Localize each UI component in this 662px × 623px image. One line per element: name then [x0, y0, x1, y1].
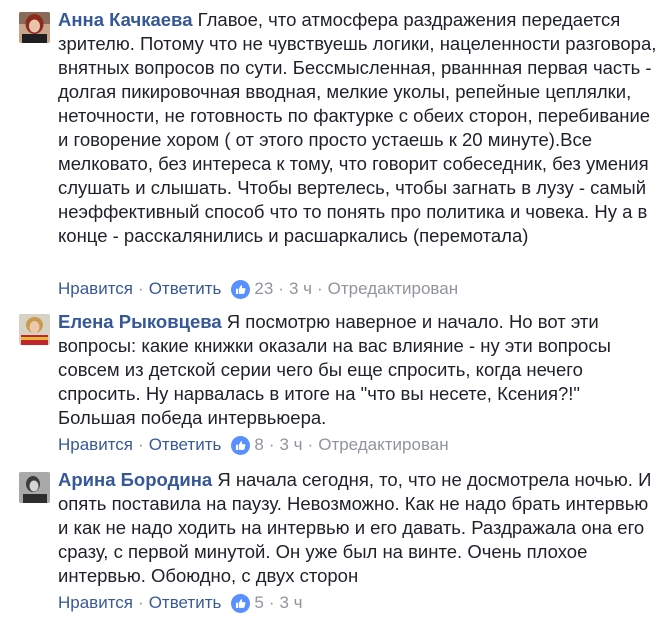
thumbs-up-icon[interactable]: [231, 435, 251, 455]
reaction-count[interactable]: 23: [254, 278, 273, 300]
comment: Арина Бородина Я начала сегодня, то, что…: [0, 464, 662, 623]
reply-link[interactable]: Ответить: [149, 592, 222, 614]
separator: ·: [138, 593, 144, 612]
comment: Елена Рыковцева Я посмотрю наверное и на…: [0, 306, 662, 466]
timestamp[interactable]: 3 ч: [289, 278, 312, 300]
timestamp[interactable]: 3 ч: [280, 434, 303, 456]
like-link[interactable]: Нравится: [58, 434, 133, 456]
separator: ·: [268, 593, 275, 612]
reaction-count[interactable]: 5: [254, 592, 263, 614]
avatar[interactable]: [19, 472, 50, 503]
timestamp[interactable]: 3 ч: [280, 592, 303, 614]
separator: ·: [317, 279, 323, 298]
thumbs-up-icon[interactable]: [231, 279, 251, 299]
reply-link[interactable]: Ответить: [149, 278, 222, 300]
separator: ·: [278, 279, 284, 298]
comment-text: Арина Бородина Я начала сегодня, то, что…: [58, 464, 658, 588]
comment-author[interactable]: Арина Бородина: [58, 469, 212, 490]
comment-actions: Нравится · Ответить 8 · 3 ч · Отредактир…: [58, 434, 449, 456]
comment: Анна Качкаева Главое, что атмосфера разд…: [0, 4, 662, 300]
separator: ·: [138, 279, 144, 298]
avatar[interactable]: [19, 12, 50, 43]
thumbs-up-icon[interactable]: [231, 593, 251, 613]
separator: ·: [268, 435, 275, 454]
edited-label[interactable]: Отредактирован: [318, 434, 448, 456]
comment-author[interactable]: Елена Рыковцева: [58, 311, 222, 332]
comment-list: Анна Качкаева Главое, что атмосфера разд…: [0, 0, 662, 623]
comment-text: Елена Рыковцева Я посмотрю наверное и на…: [58, 306, 658, 430]
comment-author[interactable]: Анна Качкаева: [58, 9, 192, 30]
reply-link[interactable]: Ответить: [149, 434, 222, 456]
like-link[interactable]: Нравится: [58, 278, 133, 300]
edited-label[interactable]: Отредактирован: [328, 278, 458, 300]
comment-body: Главое, что атмосфера раздражения переда…: [58, 9, 657, 246]
avatar[interactable]: [19, 314, 50, 345]
reaction-count[interactable]: 8: [254, 434, 263, 456]
comment-actions: Нравится · Ответить 5 · 3 ч: [58, 592, 303, 614]
separator: ·: [138, 435, 144, 454]
comment-text: Анна Качкаева Главое, что атмосфера разд…: [58, 4, 658, 248]
like-link[interactable]: Нравится: [58, 592, 133, 614]
separator: ·: [307, 435, 314, 454]
comment-actions: Нравится · Ответить 23 · 3 ч · Отредакти…: [58, 278, 458, 300]
